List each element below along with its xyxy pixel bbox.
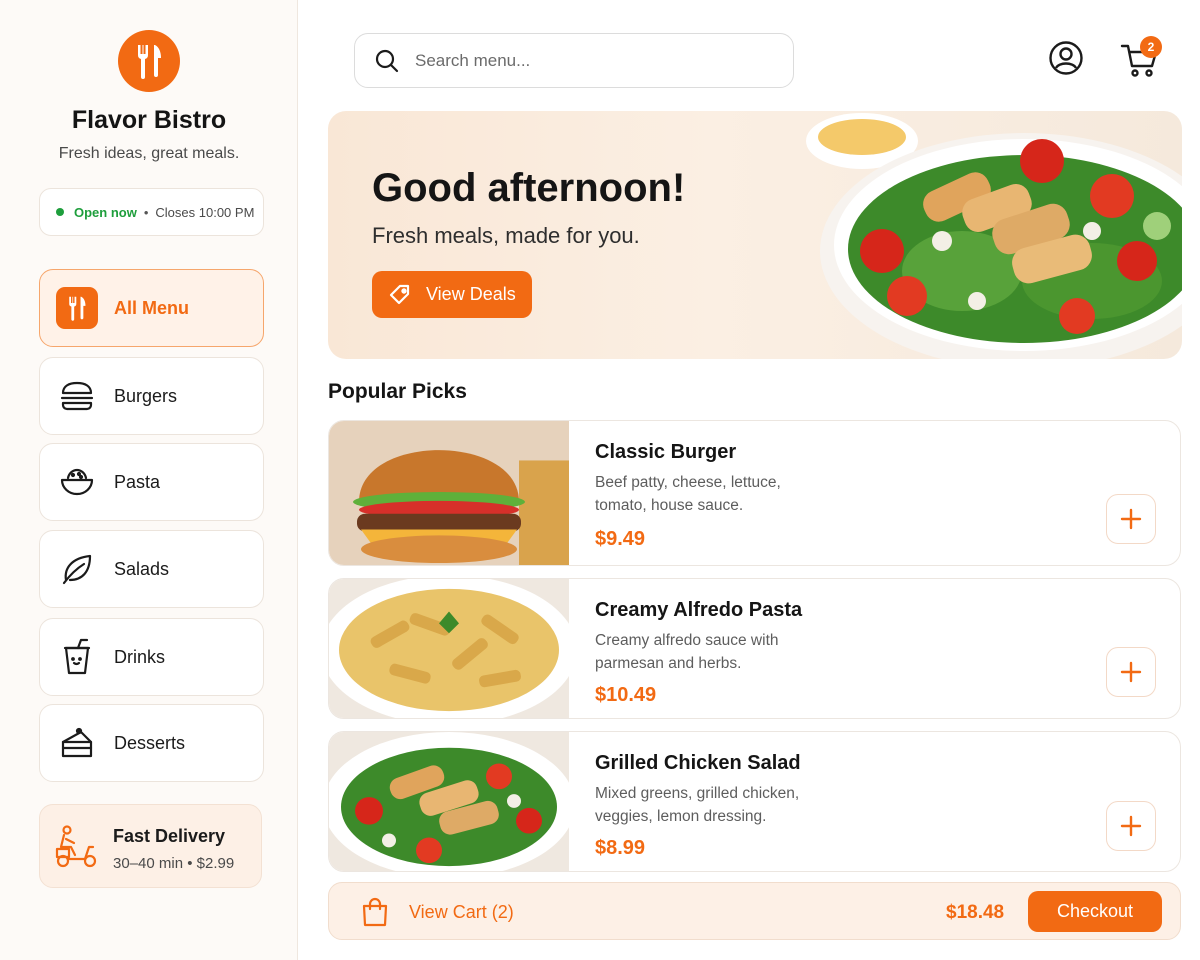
cart-total: $18.48 (946, 902, 1005, 923)
cart-summary-bar: View Cart (2) $18.48 Checkout (328, 882, 1181, 940)
user-icon[interactable] (1048, 40, 1084, 76)
sidebar-item-label: Burgers (114, 385, 178, 406)
bowl-icon (56, 461, 98, 503)
brand-tagline: Fresh ideas, great meals. (58, 145, 240, 162)
checkout-button[interactable]: Checkout (1028, 891, 1162, 932)
sidebar-item-drinks[interactable]: Drinks (39, 618, 264, 696)
menu-item-card[interactable]: Classic Burger Beef patty, cheese, lettu… (328, 420, 1181, 566)
shopping-bag-icon (362, 897, 388, 927)
sidebar-item-label: Drinks (114, 646, 166, 667)
sidebar-item-all-menu[interactable]: All Menu (39, 269, 264, 347)
hero-subtitle: Fresh meals, made for you. (372, 223, 640, 248)
search-icon (375, 49, 399, 72)
status-separator: • (143, 204, 149, 220)
salad-bowl-image (806, 113, 1182, 359)
cake-icon (56, 722, 98, 764)
cart-count-badge: 2 (1140, 36, 1162, 58)
open-status: Open now • Closes 10:00 PM (39, 188, 264, 236)
open-label: Open now (74, 204, 137, 220)
leaf-icon (56, 548, 98, 590)
view-deals-label: View Deals (426, 284, 516, 304)
sidebar-item-label: Desserts (114, 732, 186, 753)
burger-icon (56, 375, 98, 417)
hero-title: Good afternoon! (372, 166, 686, 210)
plus-icon (1120, 508, 1142, 530)
add-to-cart-button[interactable] (1106, 647, 1156, 697)
popular-picks-title: Popular Picks (328, 380, 467, 403)
sidebar-item-label: Pasta (114, 471, 161, 492)
view-cart-link[interactable]: View Cart (2) (409, 902, 514, 923)
tag-icon (389, 284, 410, 304)
delivery-details: 30–40 min • $2.99 (113, 855, 235, 872)
delivery-title: Fast Delivery (113, 826, 226, 846)
app-window: Flavor Bistro Fresh ideas, great meals. … (0, 0, 1200, 960)
closing-time: Closes 10:00 PM (155, 204, 255, 220)
chicken-salad-image (329, 732, 569, 871)
item-description: Beef patty, cheese, lettuce, tomato, hou… (595, 474, 781, 514)
status-dot (56, 208, 64, 216)
cup-icon (56, 636, 98, 678)
add-to-cart-button[interactable] (1106, 494, 1156, 544)
fork-knife-icon (56, 287, 98, 329)
sidebar-item-burgers[interactable]: Burgers (39, 357, 264, 435)
main-content: 2 Good afternoon! Fresh meals, made for … (298, 0, 1200, 960)
view-deals-button[interactable]: View Deals (372, 271, 532, 318)
fork-knife-icon (137, 45, 161, 79)
item-price: $8.99 (595, 837, 646, 859)
item-name: Classic Burger (595, 441, 737, 463)
item-name: Creamy Alfredo Pasta (595, 599, 803, 621)
sidebar-item-label: Salads (114, 558, 170, 579)
add-to-cart-button[interactable] (1106, 801, 1156, 851)
item-description: Mixed greens, grilled chicken, veggies, … (595, 785, 800, 825)
sidebar-item-pasta[interactable]: Pasta (39, 443, 264, 521)
plus-icon (1120, 661, 1142, 683)
brand-logo[interactable] (118, 30, 180, 92)
search-input[interactable] (415, 50, 775, 71)
item-price: $9.49 (595, 528, 646, 550)
scooter-icon (55, 825, 97, 868)
item-name: Grilled Chicken Salad (595, 752, 801, 774)
menu-item-card[interactable]: Grilled Chicken Salad Mixed greens, gril… (328, 731, 1181, 872)
item-description: Creamy alfredo sauce with parmesan and h… (595, 632, 779, 672)
plus-icon (1120, 815, 1142, 837)
pasta-image (329, 579, 569, 718)
sidebar: Flavor Bistro Fresh ideas, great meals. … (0, 0, 298, 960)
sidebar-item-desserts[interactable]: Desserts (39, 704, 264, 782)
sidebar-item-label: All Menu (114, 297, 189, 318)
item-price: $10.49 (595, 684, 657, 706)
sidebar-item-salads[interactable]: Salads (39, 530, 264, 608)
delivery-card: Fast Delivery 30–40 min • $2.99 (39, 804, 262, 888)
burger-image (329, 421, 569, 565)
menu-item-card[interactable]: Creamy Alfredo Pasta Creamy alfredo sauc… (328, 578, 1181, 719)
hero-banner: Good afternoon! Fresh meals, made for yo… (328, 111, 1182, 359)
search-bar[interactable] (354, 33, 794, 88)
brand-name: Flavor Bistro (71, 106, 227, 134)
